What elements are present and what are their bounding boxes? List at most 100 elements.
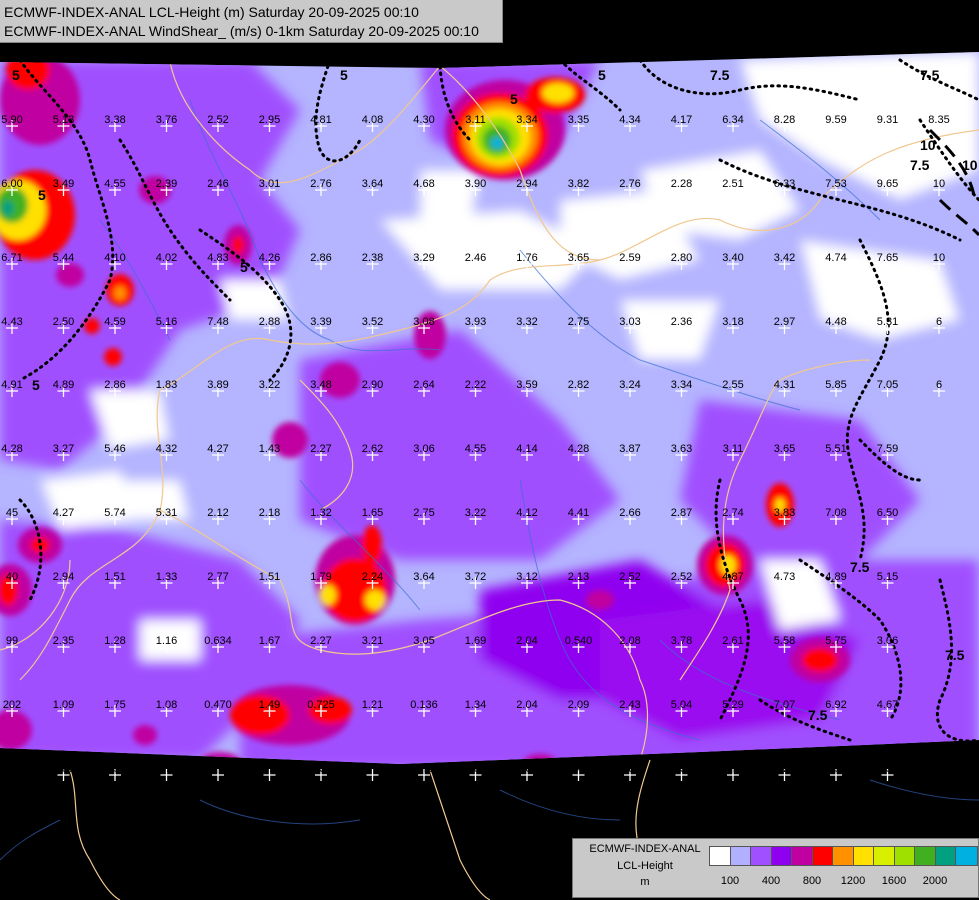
value-label: 2.51: [722, 178, 743, 190]
contour-label: 7.5: [945, 647, 965, 663]
contour-label: 5: [12, 67, 20, 83]
value-label: 4.55: [465, 443, 486, 455]
value-label: 1.67: [259, 635, 280, 647]
value-label: 4.10: [104, 252, 125, 264]
value-label: 2.36: [671, 316, 692, 328]
value-label: 10: [933, 252, 945, 264]
value-label: 5.75: [825, 635, 846, 647]
value-label: 1.70: [259, 763, 280, 775]
contour-label: 7.5: [710, 67, 730, 83]
value-label: 3.72: [465, 571, 486, 583]
legend-title-line-2: LCL-Height: [617, 860, 673, 872]
legend-tick-label: 100: [720, 875, 740, 887]
value-label: 3.87: [619, 443, 640, 455]
value-label: 4.34: [619, 114, 640, 126]
value-label: 4.17: [671, 114, 692, 126]
value-label: 1.08: [156, 699, 177, 711]
value-label: 2.74: [722, 507, 743, 519]
value-label: 2.77: [207, 571, 228, 583]
value-label: 3.11: [723, 443, 744, 455]
value-label: 7.53: [825, 178, 846, 190]
value-label: 7.59: [877, 443, 898, 455]
value-label: 2.59: [619, 252, 640, 264]
value-label: 5.31: [156, 507, 177, 519]
value-label: 2.76: [619, 178, 640, 190]
value-label: 2.13: [568, 571, 589, 583]
value-label: 5.15: [877, 571, 898, 583]
value-label: 3.65: [568, 252, 589, 264]
value-label: 0.540: [565, 635, 593, 647]
value-label: 0.634: [204, 635, 232, 647]
contour-label: 5: [38, 187, 46, 203]
value-label: 2.52: [207, 114, 228, 126]
value-label: 3.32: [516, 316, 537, 328]
value-label: 4.43: [1, 316, 22, 328]
value-label: 0.736: [359, 763, 387, 775]
value-label: 1.83: [156, 379, 177, 391]
value-label: 2.82: [568, 379, 589, 391]
value-label: 0.792: [204, 763, 232, 775]
value-label: 3.89: [207, 379, 228, 391]
value-label: 4.59: [104, 316, 125, 328]
value-label: 4.32: [156, 443, 177, 455]
value-label: 4.73: [774, 571, 795, 583]
value-label: 4.27: [207, 443, 228, 455]
value-label: 2.87: [671, 507, 692, 519]
value-label: 4.74: [825, 252, 846, 264]
legend-unit: m: [640, 876, 650, 888]
contour-label: 7.5: [850, 559, 870, 575]
value-label: 7.08: [825, 507, 846, 519]
value-label: 3.40: [722, 252, 743, 264]
value-label: 1.39: [310, 763, 331, 775]
value-label: 3.63: [671, 443, 692, 455]
value-label: 3.48: [310, 379, 331, 391]
value-label: 2.98: [825, 763, 846, 775]
value-label: 1.51: [259, 571, 280, 583]
value-label: 2.75: [413, 507, 434, 519]
value-label: 3.06: [413, 443, 434, 455]
value-label: 3.18: [722, 316, 743, 328]
value-label: 2.09: [568, 699, 589, 711]
value-label: 3.38: [104, 114, 125, 126]
legend-swatch: [955, 846, 978, 866]
value-label: 202: [3, 699, 21, 711]
legend-tick-label: 2000: [922, 875, 948, 887]
value-label: 3.42: [774, 252, 795, 264]
value-label: 2.46: [207, 178, 228, 190]
value-label: 3.45: [568, 763, 589, 775]
value-label: 7.05: [877, 379, 898, 391]
value-label: 2.46: [465, 252, 486, 264]
value-label: 6.71: [1, 252, 22, 264]
value-label: 3.22: [465, 507, 486, 519]
value-label: 4.83: [207, 252, 228, 264]
value-label: 4.30: [413, 114, 434, 126]
value-label: 2.90: [362, 379, 383, 391]
value-label: 45: [6, 507, 18, 519]
value-label: 3.49: [53, 178, 74, 190]
value-label: 3.05: [413, 635, 434, 647]
value-label: 4.81: [310, 114, 331, 126]
value-label: 4.87: [722, 571, 743, 583]
value-label: 4.28: [1, 443, 22, 455]
value-label: 1.34: [465, 699, 486, 711]
value-label: 2.87: [53, 763, 74, 775]
value-label: 2.28: [671, 178, 692, 190]
value-label: 40: [6, 571, 18, 583]
value-label: 4.41: [568, 507, 589, 519]
value-label: 2.55: [722, 379, 743, 391]
value-label: 3.83: [774, 507, 795, 519]
value-label: 4.08: [362, 114, 383, 126]
value-label: 2.66: [619, 507, 640, 519]
value-label: 2.52: [619, 571, 640, 583]
value-label: 2.27: [310, 443, 331, 455]
value-label: 9.59: [825, 114, 846, 126]
value-label: 2.97: [774, 316, 795, 328]
value-label: 3.06: [877, 635, 898, 647]
legend-title-line-1: ECMWF-INDEX-ANAL: [589, 843, 701, 855]
value-label: 1.69: [465, 635, 486, 647]
value-label: 6.22: [774, 763, 795, 775]
legend-tick-label: 1600: [881, 875, 907, 887]
value-label: 2.94: [516, 178, 537, 190]
value-label: 6: [936, 316, 942, 328]
value-label: 0.470: [204, 699, 232, 711]
